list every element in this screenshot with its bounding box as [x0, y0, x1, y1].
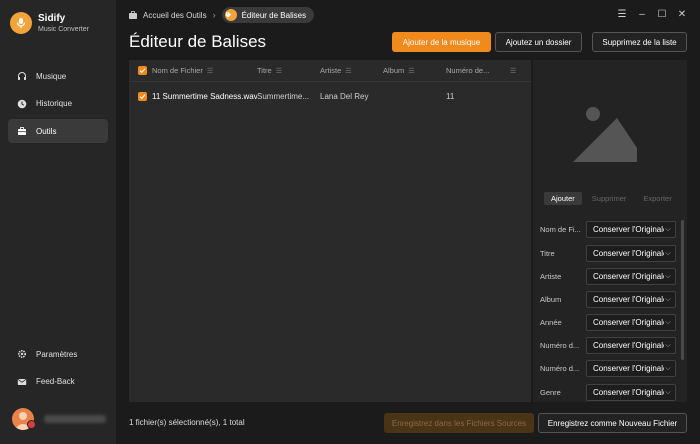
chevron-down-icon: ⌵ [664, 364, 672, 373]
artist-select[interactable]: Conserver l'Originale ⌵ [586, 267, 676, 285]
album-select[interactable]: Conserver l'Originale ⌵ [586, 290, 676, 308]
panel-scrollbar[interactable] [681, 220, 684, 360]
chevron-down-icon: ⌵ [664, 318, 672, 327]
chevron-down-icon: ⌵ [664, 388, 672, 397]
chevron-down-icon: ⌵ [664, 225, 672, 234]
sidebar-item-historique[interactable]: Historique [8, 92, 108, 116]
cell-artist: Lana Del Rey [320, 91, 369, 101]
status-badge [27, 420, 36, 429]
headphones-icon [16, 70, 28, 82]
sidebar-item-outils[interactable]: Outils [8, 119, 108, 143]
toolbox-icon [16, 125, 28, 137]
sort-icon[interactable]: ☰ [207, 67, 213, 75]
user-account[interactable] [12, 408, 106, 430]
image-placeholder-icon [573, 107, 637, 162]
sidebar-item-label: Musique [36, 71, 67, 81]
save-as-new-button[interactable]: Enregistrez comme Nouveau Fichier [538, 413, 687, 433]
chevron-down-icon: ⌵ [664, 295, 672, 304]
cell-number: 11 [446, 91, 455, 101]
sidebar-item-musique[interactable]: Musique [8, 64, 108, 88]
field-year: Année Conserver l'Originale ⌵ [540, 313, 680, 331]
chevron-down-icon: ⌵ [664, 249, 672, 258]
column-filename[interactable]: Nom de Fichier ☰ [129, 66, 257, 75]
disc-number-select[interactable]: Conserver l'Originale ⌵ [586, 359, 676, 377]
breadcrumb-home[interactable]: Accueil des Outils [143, 11, 207, 20]
breadcrumb: Accueil des Outils › Éditeur de Balises [128, 7, 315, 23]
sidebar-item-feedback[interactable]: Feed-Back [8, 370, 108, 394]
sort-icon[interactable]: ☰ [345, 67, 351, 75]
filename-select[interactable]: Conserver l'Originale ⌵ [586, 220, 676, 238]
sort-icon[interactable]: ☰ [510, 67, 516, 75]
column-title[interactable]: Titre ☰ [257, 66, 320, 75]
tab-ajouter[interactable]: Ajouter [544, 192, 582, 205]
tag-panel: Ajouter Supprimer Exporter Nom de Fi... … [533, 60, 687, 402]
field-track-number: Numéro d... Conserver l'Originale ⌵ [540, 336, 680, 354]
sort-icon[interactable]: ☰ [408, 67, 414, 75]
sidebar-item-parametres[interactable]: Paramètres [8, 342, 108, 366]
sidebar: Sidify Music Converter Musique Historiqu… [0, 0, 116, 444]
track-number-select[interactable]: Conserver l'Originale ⌵ [586, 336, 676, 354]
column-album[interactable]: Album ☰ [383, 66, 446, 75]
column-artist[interactable]: Artiste ☰ [320, 66, 383, 75]
menu-icon[interactable]: ☰ [612, 7, 632, 21]
field-artist: Artiste Conserver l'Originale ⌵ [540, 267, 680, 285]
page-title: Éditeur de Balises [129, 32, 267, 51]
sidify-logo-icon [10, 12, 32, 34]
tag-icon [224, 9, 237, 21]
row-checkbox[interactable] [138, 91, 147, 101]
title-bar: Accueil des Outils › Éditeur de Balises … [116, 0, 700, 28]
field-album: Album Conserver l'Originale ⌵ [540, 290, 680, 308]
column-number[interactable]: Numéro de... [446, 66, 506, 75]
cell-title: Summertime... [257, 91, 310, 101]
maximize-icon[interactable]: ☐ [652, 7, 672, 21]
mail-icon [16, 376, 28, 388]
app-name: Sidify [38, 13, 66, 24]
genre-select[interactable]: Conserver l'Originale ⌵ [586, 383, 676, 401]
table-header: Nom de Fichier ☰ Titre ☰ Artiste ☰ Album ☰ N… [129, 60, 531, 82]
sidebar-item-label: Feed-Back [36, 377, 75, 386]
year-select[interactable]: Conserver l'Originale ⌵ [586, 313, 676, 331]
sidebar-item-label: Paramètres [36, 349, 78, 359]
close-icon[interactable]: ✕ [672, 7, 692, 21]
brand: Sidify Music Converter [10, 12, 89, 34]
window-controls: ☰ – ☐ ✕ [612, 7, 692, 21]
cell-filename: 11 Summertime Sadness.wav [129, 91, 257, 101]
breadcrumb-current: Éditeur de Balises [221, 7, 315, 23]
save-to-source-button[interactable]: Enregistrez dans les Fichiers Sources [384, 413, 534, 433]
sidebar-item-label: Outils [36, 126, 57, 136]
clear-list-button[interactable]: Supprimez de la liste [592, 32, 687, 52]
clock-icon [16, 98, 28, 110]
field-title: Titre Conserver l'Originale ⌵ [540, 244, 680, 262]
gear-icon [16, 348, 28, 360]
table-row[interactable]: 11 Summertime Sadness.wav Summertime... … [129, 84, 531, 108]
chevron-down-icon: ⌵ [664, 341, 672, 350]
sidebar-nav: Musique Historique Outils [8, 64, 108, 147]
user-name-blurred [44, 415, 106, 423]
minimize-icon[interactable]: – [632, 7, 652, 21]
chevron-right-icon: › [212, 10, 216, 20]
sidebar-item-label: Historique [36, 99, 73, 108]
add-folder-button[interactable]: Ajoutez un dossier [495, 32, 582, 52]
field-disc-number: Numéro d... Conserver l'Originale ⌵ [540, 359, 680, 377]
sort-icon[interactable]: ☰ [276, 67, 282, 75]
field-genre: Genre Conserver l'Originale ⌵ [540, 383, 680, 401]
tab-exporter[interactable]: Exporter [636, 192, 678, 205]
selection-status: 1 fichier(s) sélectionné(s), 1 total [129, 418, 245, 427]
cover-tabs: Ajouter Supprimer Exporter [544, 192, 682, 205]
add-music-button[interactable]: Ajouter de la musique [392, 32, 491, 52]
toolbox-icon [129, 11, 137, 19]
title-select[interactable]: Conserver l'Originale ⌵ [586, 244, 676, 262]
select-all-checkbox[interactable] [138, 66, 147, 75]
sidebar-bottom-nav: Paramètres Feed-Back [8, 342, 108, 397]
app-subtitle: Music Converter [38, 26, 89, 33]
chevron-down-icon: ⌵ [664, 272, 672, 281]
column-number-sort[interactable]: ☰ [506, 67, 530, 75]
field-filename: Nom de Fi... Conserver l'Originale ⌵ [540, 220, 680, 238]
breadcrumb-current-label: Éditeur de Balises [241, 10, 307, 20]
file-table: Nom de Fichier ☰ Titre ☰ Artiste ☰ Album ☰ N… [129, 60, 531, 402]
tab-supprimer[interactable]: Supprimer [585, 192, 634, 205]
